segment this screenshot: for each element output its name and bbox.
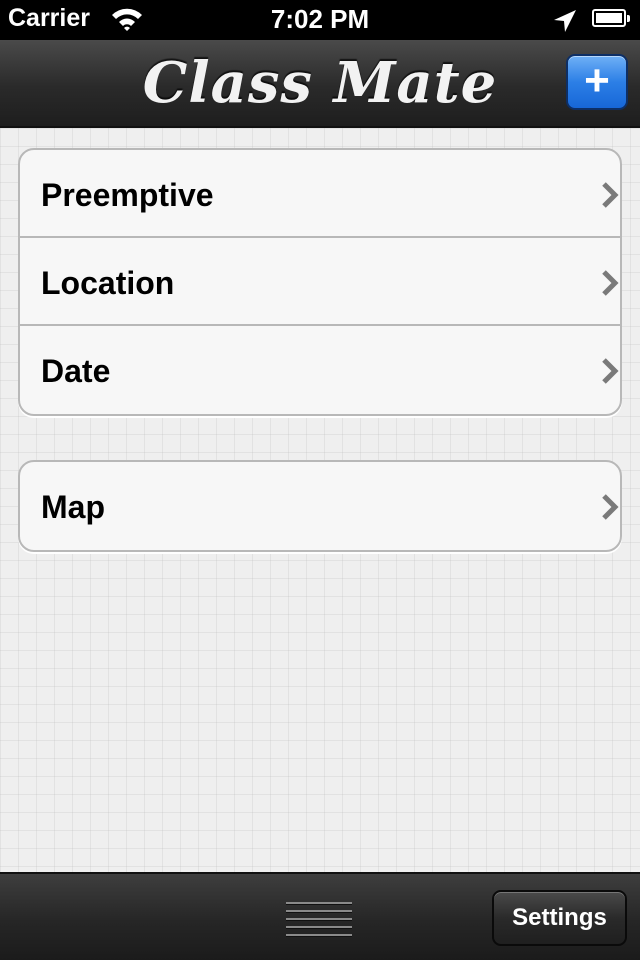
- row-label: Location: [41, 265, 175, 301]
- content-area: Preemptive Location Date Map: [0, 128, 640, 872]
- bottom-toolbar: Settings: [0, 872, 640, 960]
- row-label: Map: [41, 489, 105, 525]
- battery-icon: [592, 9, 632, 29]
- navigation-bar: Class Mate +: [0, 40, 640, 128]
- options-group: Preemptive Location Date: [18, 148, 622, 416]
- chevron-right-icon: [600, 493, 620, 526]
- app-title: Class Mate: [142, 50, 498, 116]
- chevron-right-icon: [600, 357, 620, 390]
- status-time: 7:02 PM: [270, 4, 370, 34]
- chevron-right-icon: [600, 181, 620, 214]
- row-date[interactable]: Date: [20, 326, 620, 414]
- row-label: Preemptive: [41, 177, 214, 213]
- row-map[interactable]: Map: [20, 462, 620, 550]
- location-arrow-icon: [552, 8, 578, 39]
- settings-button[interactable]: Settings: [492, 890, 627, 946]
- map-group: Map: [18, 460, 622, 552]
- chevron-right-icon: [600, 269, 620, 302]
- drag-handle-icon[interactable]: [286, 902, 352, 942]
- add-button[interactable]: +: [566, 54, 628, 110]
- row-preemptive[interactable]: Preemptive: [20, 150, 620, 238]
- row-label: Date: [41, 353, 111, 389]
- row-location[interactable]: Location: [20, 238, 620, 326]
- status-bar: Carrier 7:02 PM: [0, 0, 640, 40]
